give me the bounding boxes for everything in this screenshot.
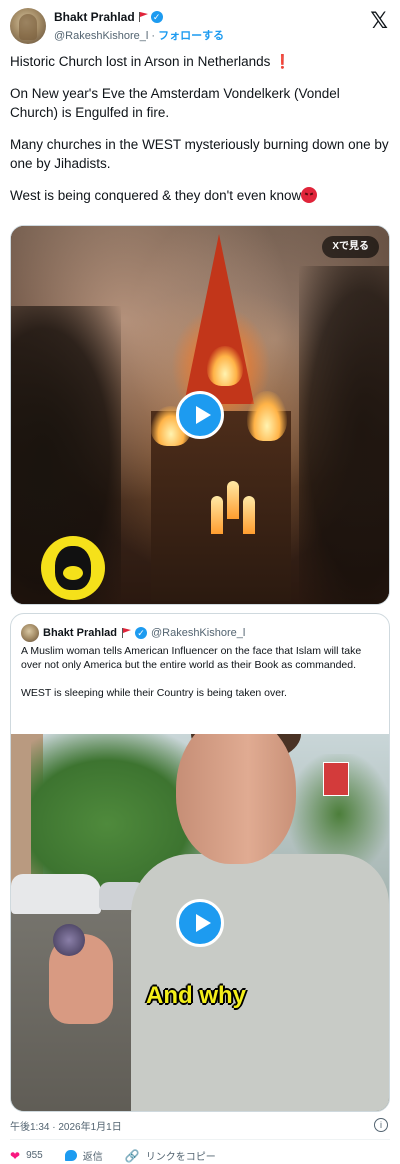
verified-icon: ✓	[134, 627, 147, 639]
divider	[10, 1139, 390, 1140]
play-icon[interactable]	[176, 899, 224, 947]
flame	[207, 346, 243, 386]
verified-icon: ✓	[150, 11, 163, 23]
street-sign	[323, 762, 349, 796]
name-row: Bhakt Prahlad ✓	[54, 10, 163, 24]
quoted-paragraph: A Muslim woman tells American Influencer…	[21, 645, 362, 671]
follow-button[interactable]: フォローする	[158, 30, 224, 42]
quoted-avatar	[21, 624, 39, 642]
reply-icon	[64, 1150, 77, 1161]
info-icon[interactable]: i	[374, 1118, 388, 1132]
parked-car	[11, 874, 101, 914]
quoted-video[interactable]: And why	[11, 734, 389, 1111]
main-video[interactable]: Xで見る	[10, 225, 390, 605]
like-count: 955	[26, 1150, 43, 1161]
chimp-muzzle	[63, 566, 83, 580]
timestamp-row: 午後1:34 · 2026年1月1日 i	[10, 1118, 390, 1133]
copy-link-label: リンクをコピー	[145, 1152, 216, 1163]
reply-button[interactable]: 返信	[64, 1148, 103, 1163]
display-name[interactable]: Bhakt Prahlad	[54, 10, 135, 24]
quoted-text: A Muslim woman tells American Influencer…	[21, 644, 376, 714]
like-button[interactable]: ❤ 955	[10, 1149, 43, 1163]
reply-label: 返信	[82, 1152, 103, 1163]
church-window	[211, 496, 223, 534]
heart-icon: ❤	[10, 1148, 21, 1163]
quoted-handle: @RakeshKishore_l	[150, 627, 246, 639]
church-window	[243, 496, 255, 534]
tweet-paragraph: On New year's Eve the Amsterdam Vondelke…	[10, 86, 340, 120]
quoted-paragraph: WEST is sleeping while their Country is …	[21, 687, 287, 699]
quoted-tweet[interactable]: Bhakt Prahlad ✓ @RakeshKishore_l A Musli…	[10, 613, 390, 1112]
flag-icon	[121, 628, 131, 638]
play-icon[interactable]	[176, 391, 224, 439]
x-logo-icon[interactable]: 𝕏	[370, 8, 388, 34]
separator: ·	[151, 30, 156, 42]
church-window	[227, 481, 239, 519]
avatar[interactable]	[10, 8, 46, 44]
handle[interactable]: @RakeshKishore_l	[54, 30, 148, 42]
quoted-header: Bhakt Prahlad ✓ @RakeshKishore_l	[21, 624, 245, 642]
microphone	[53, 924, 85, 956]
angry-face-emoji	[301, 187, 318, 203]
chimp-logo-badge	[41, 536, 105, 600]
tweet-paragraph-last: West is being conquered & they don't eve…	[10, 186, 390, 205]
actions-row: ❤ 955 返信 🔗 リンクをコピー	[10, 1148, 390, 1164]
link-icon: 🔗	[124, 1148, 140, 1163]
flame	[247, 391, 287, 441]
tweet-header: Bhakt Prahlad ✓ @RakeshKishore_l · フォローす…	[10, 8, 390, 48]
man-head	[176, 734, 296, 864]
handle-row: @RakeshKishore_l · フォローする	[54, 27, 224, 43]
tweet-paragraph: Historic Church lost in Arson in Netherl…	[10, 54, 291, 69]
view-on-x-button[interactable]: Xで見る	[322, 236, 379, 258]
avatar-figure	[19, 14, 37, 40]
tweet-paragraph: Many churches in the WEST mysteriously b…	[10, 137, 389, 171]
flag-icon	[138, 12, 148, 22]
tweet-paragraph-text: West is being conquered & they don't eve…	[10, 188, 302, 203]
copy-link-button[interactable]: 🔗 リンクをコピー	[124, 1148, 216, 1164]
timestamp[interactable]: 午後1:34 · 2026年1月1日	[10, 1122, 122, 1133]
video-caption: And why	[146, 982, 246, 1009]
video-tree-right	[299, 266, 389, 604]
tweet-text: Historic Church lost in Arson in Netherl…	[10, 52, 390, 218]
quoted-display-name: Bhakt Prahlad	[43, 627, 117, 639]
